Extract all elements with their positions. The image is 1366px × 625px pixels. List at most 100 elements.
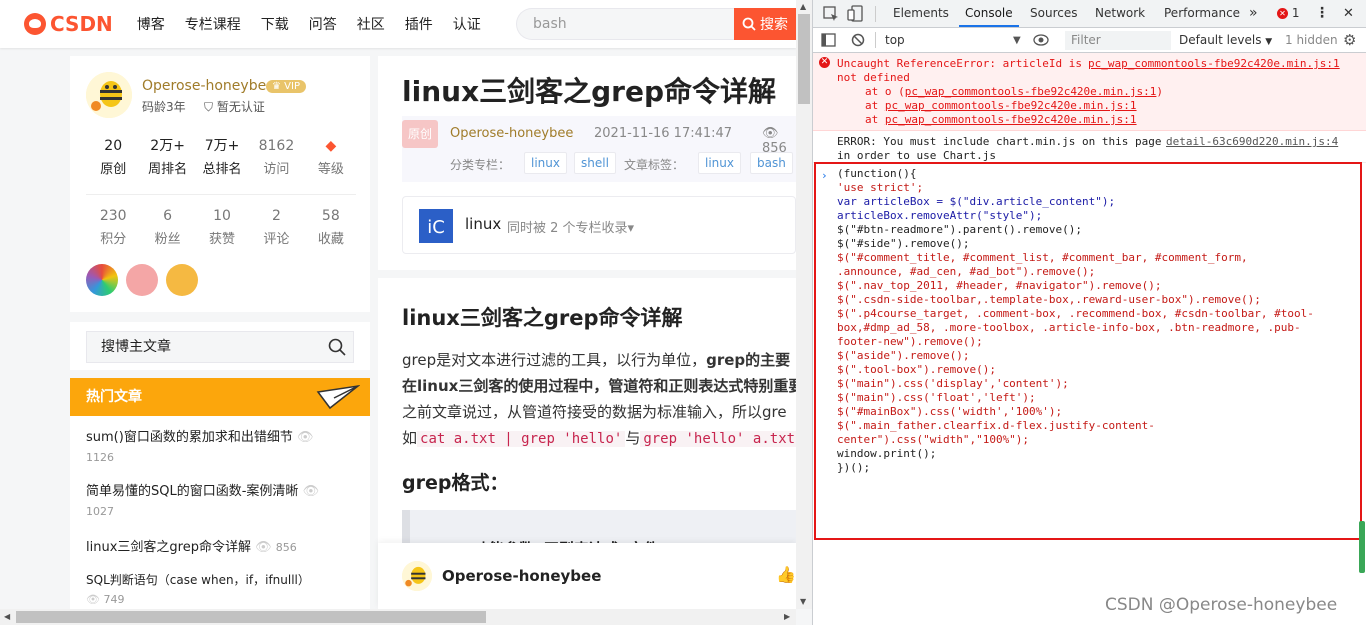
tab-performance[interactable]: Performance: [1164, 0, 1240, 27]
context-selector[interactable]: top: [885, 28, 905, 53]
console-error-message: ✕ Uncaught ReferenceError: articleId is …: [813, 53, 1366, 131]
nav-cert[interactable]: 认证: [453, 14, 481, 34]
stat-value: 2: [271, 208, 281, 224]
error-source-link[interactable]: pc_wap_commontools-fbe92c420e.min.js:1: [1088, 57, 1340, 71]
achievement-badge-icon[interactable]: [86, 264, 118, 296]
console-scrollbar-thumb[interactable]: [1359, 521, 1365, 573]
stat-level[interactable]: ◆ 等级: [304, 136, 358, 182]
code-line: $(".csdn-side-toolbar,.template-box,.rew…: [837, 293, 1261, 306]
nav-download[interactable]: 下载: [261, 14, 289, 34]
console-toolbar: top ▼ Filter Default levels ▼ 1 hidden ⚙: [813, 28, 1366, 53]
error-text: Uncaught ReferenceError: articleId is: [837, 57, 1083, 70]
tag-label: 文章标签：: [624, 158, 685, 172]
article-tag-bash[interactable]: bash: [750, 152, 793, 174]
code-line: $("#comment_title, #comment_list, #comme…: [837, 251, 1248, 264]
site-search-input[interactable]: bash: [516, 8, 734, 40]
log-levels-dropdown[interactable]: Default levels ▼: [1179, 28, 1272, 53]
code-line: $("main").css('float','left');: [837, 391, 1036, 404]
blog-search-input[interactable]: 搜博主文章: [86, 331, 354, 363]
achievement-badge-icon[interactable]: [126, 264, 158, 296]
device-toolbar-icon[interactable]: [847, 5, 863, 22]
hot-articles-card: 热门文章 sum()窗口函数的累加求和出错细节 👁 1126 简单易懂的SQL的窗…: [70, 378, 370, 625]
paragraph-bold: grep的主要: [706, 351, 791, 369]
thumbs-up-icon[interactable]: 👍: [776, 565, 796, 584]
nav-blog[interactable]: 博客: [137, 14, 165, 34]
collection-name[interactable]: linux: [465, 215, 501, 233]
close-icon[interactable]: ✕: [1343, 0, 1354, 27]
scroll-right-icon[interactable]: ▶: [784, 612, 790, 621]
article-author-bar: Operose-honeybee 👍: [378, 543, 796, 609]
code-line: box,#dmp_ad_58, .more-toolbox, .article-…: [837, 321, 1301, 334]
column-tag-shell[interactable]: shell: [574, 152, 616, 174]
stat-value: 10: [213, 208, 231, 224]
chevron-down-icon[interactable]: ▼: [1013, 28, 1021, 53]
console-output: ✕ Uncaught ReferenceError: articleId is …: [813, 53, 1366, 625]
hot-articles-title: 热门文章: [86, 389, 142, 405]
log-source-link[interactable]: detail-63c690d220.min.js:4: [1166, 135, 1338, 149]
horizontal-scrollbar-thumb[interactable]: [16, 611, 486, 623]
nav-courses[interactable]: 专栏课程: [185, 14, 241, 34]
log-levels-label: Default levels: [1179, 33, 1262, 47]
stat-fans[interactable]: 6 粉丝: [140, 206, 194, 252]
hot-article-item[interactable]: sum()窗口函数的累加求和出错细节 👁 1126: [86, 428, 356, 468]
code-line: $(".nav_top_2011, #header, #navigator").…: [837, 279, 1162, 292]
scroll-up-icon[interactable]: ▲: [800, 2, 806, 11]
certification-status: ⛉ 暂无认证: [204, 98, 265, 115]
stat-label: 总排名: [202, 162, 242, 177]
stack-text: at: [865, 113, 885, 126]
tab-console[interactable]: Console: [959, 0, 1019, 27]
stack-link[interactable]: pc_wap_commontools-fbe92c420e.min.js:1: [885, 99, 1137, 112]
console-input-code[interactable]: (function(){ 'use strict'; var articleBo…: [813, 165, 1366, 525]
author-username[interactable]: Operose-honeybee: [142, 78, 275, 94]
gear-icon[interactable]: ⚙: [1343, 28, 1356, 53]
collection-sub[interactable]: 同时被 2 个专栏收录▾: [507, 217, 634, 236]
stack-link[interactable]: pc_wap_commontools-fbe92c420e.min.js:1: [905, 85, 1157, 98]
hot-article-item[interactable]: 简单易懂的SQL的窗口函数-案例清晰 👁 1027: [86, 482, 356, 522]
stack-link[interactable]: pc_wap_commontools-fbe92c420e.min.js:1: [885, 113, 1137, 126]
search-icon[interactable]: [328, 338, 346, 356]
csdn-logo[interactable]: CSDN: [24, 12, 113, 36]
author-avatar[interactable]: [402, 561, 432, 591]
code-line: footer-new").remove();: [837, 335, 983, 348]
nav-plugins[interactable]: 插件: [405, 14, 433, 34]
stat-original[interactable]: 20 原创: [86, 136, 140, 182]
hidden-count: 1 hidden: [1285, 33, 1338, 47]
more-tabs-icon[interactable]: »: [1249, 0, 1258, 27]
column-tag-linux[interactable]: linux: [524, 152, 567, 174]
site-search: bash 搜索: [516, 8, 796, 40]
article-paragraph: 在linux三剑客的使用过程中，管道符和正则表达式特别重要: [402, 377, 796, 395]
stat-total-rank[interactable]: 7万+ 总排名: [195, 136, 249, 182]
article-author[interactable]: Operose-honeybee: [450, 126, 573, 141]
achievement-badge-icon[interactable]: [166, 264, 198, 296]
vertical-scrollbar-thumb[interactable]: [798, 14, 810, 104]
collection-box[interactable]: iC linux 同时被 2 个专栏收录▾: [402, 196, 796, 254]
hot-article-title-text: sum()窗口函数的累加求和出错细节: [86, 430, 293, 445]
sidebar-toggle-icon[interactable]: [821, 33, 836, 47]
hot-article-item[interactable]: linux三剑客之grep命令详解 👁 856: [86, 538, 356, 558]
inspect-element-icon[interactable]: [823, 6, 839, 22]
article-title: linux三剑客之grep命令详解: [402, 75, 777, 108]
clear-console-icon[interactable]: [851, 33, 865, 47]
paragraph-text: grep是对文本进行过滤的工具，以行为单位，: [402, 351, 707, 369]
hot-article-item[interactable]: SQL判断语句（case when，if，ifnulll） 👁 749: [86, 570, 356, 610]
caret-down-icon: ▾: [627, 221, 635, 236]
tab-sources[interactable]: Sources: [1030, 0, 1077, 27]
site-search-button[interactable]: 搜索: [734, 8, 796, 40]
kebab-menu-icon[interactable]: ⋮: [1315, 0, 1329, 27]
console-filter-input[interactable]: Filter: [1065, 31, 1171, 50]
nav-community[interactable]: 社区: [357, 14, 385, 34]
article-tag-linux[interactable]: linux: [698, 152, 741, 174]
error-counter[interactable]: ✕ 1: [1277, 0, 1299, 27]
tab-network[interactable]: Network: [1095, 0, 1145, 27]
scroll-down-icon[interactable]: ▼: [800, 597, 806, 606]
author-avatar[interactable]: [86, 72, 132, 118]
stat-weekly-rank[interactable]: 2万+ 周排名: [140, 136, 194, 182]
inline-code: cat a.txt | grep 'hello': [417, 431, 626, 447]
nav-qa[interactable]: 问答: [309, 14, 337, 34]
scroll-left-icon[interactable]: ◀: [4, 612, 10, 621]
live-expression-eye-icon[interactable]: [1033, 34, 1049, 46]
tab-elements[interactable]: Elements: [893, 0, 949, 27]
filter-placeholder: Filter: [1071, 33, 1101, 47]
inline-code: grep 'hello' a.txt: [640, 431, 796, 447]
author-name[interactable]: Operose-honeybee: [442, 567, 601, 585]
